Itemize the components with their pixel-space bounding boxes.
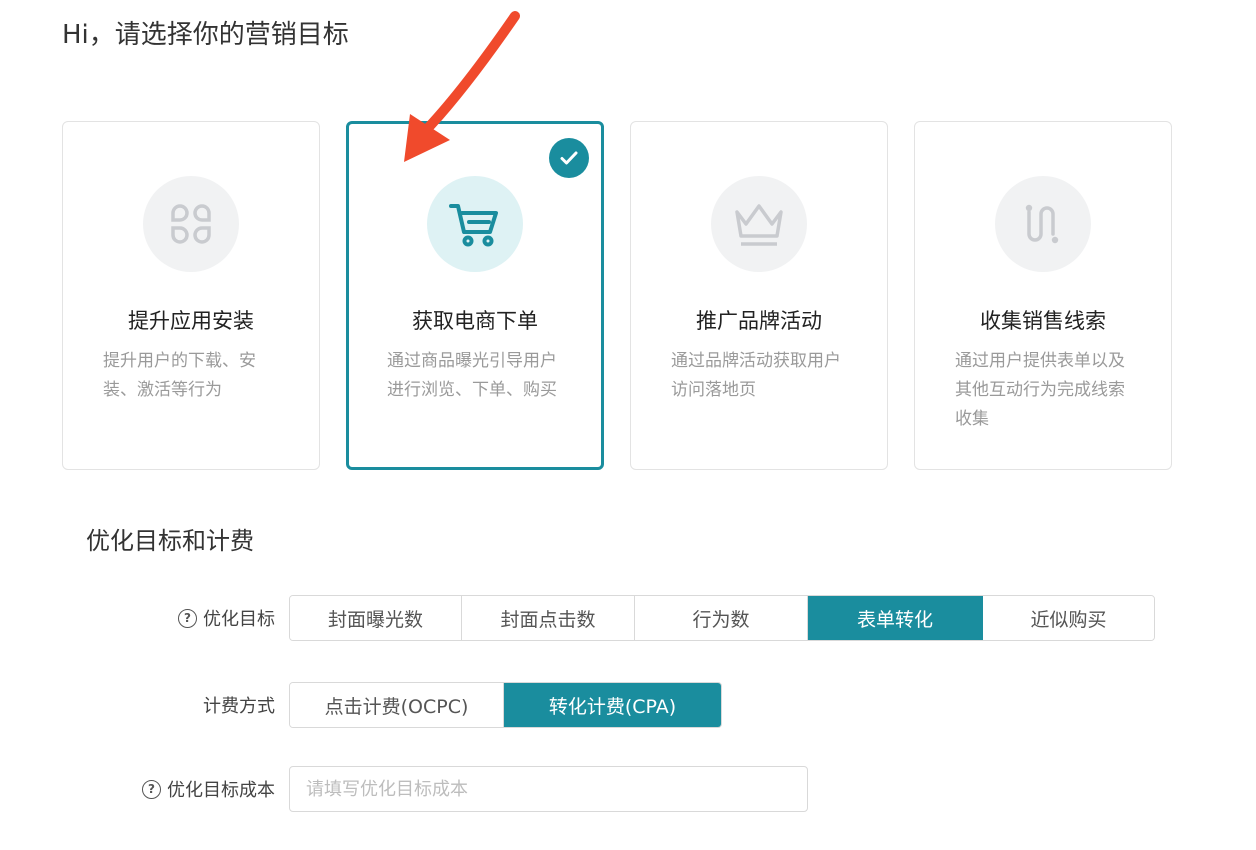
- icon-circle: [427, 176, 523, 272]
- label-target-cost: ? 优化目标成本: [110, 766, 275, 812]
- app-grid-icon: [171, 204, 211, 244]
- segment-option[interactable]: 点击计费(OCPC): [290, 683, 505, 727]
- page-title: Hi，请选择你的营销目标: [62, 20, 349, 50]
- icon-circle: [995, 176, 1091, 272]
- goal-card-title: 收集销售线索: [980, 309, 1106, 333]
- label-text: 优化目标成本: [167, 780, 275, 801]
- goal-card-sales-leads[interactable]: 收集销售线索 通过用户提供表单以及其他互动行为完成线索收集: [914, 121, 1172, 470]
- goal-card-title: 提升应用安装: [128, 309, 254, 333]
- segment-option-selected[interactable]: 转化计费(CPA): [504, 683, 721, 727]
- question-icon[interactable]: ?: [178, 608, 197, 628]
- marketing-goal-cards: 提升应用安装 提升用户的下载、安装、激活等行为 获取电商下单 通过商品曝光引导用…: [62, 121, 1172, 470]
- label-text: 优化目标: [203, 609, 275, 630]
- segment-option[interactable]: 封面点击数: [462, 596, 635, 640]
- optimize-target-segmented: 封面曝光数 封面点击数 行为数 表单转化 近似购买: [289, 595, 1155, 641]
- goal-card-ecommerce-order[interactable]: 获取电商下单 通过商品曝光引导用户进行浏览、下单、购买: [346, 121, 604, 470]
- label-billing-method: 计费方式: [150, 682, 275, 728]
- segment-option[interactable]: 近似购买: [983, 596, 1154, 640]
- label-text: 计费方式: [203, 696, 275, 717]
- segment-option[interactable]: 行为数: [635, 596, 808, 640]
- lead-path-icon: [1025, 204, 1059, 244]
- billing-method-segmented: 点击计费(OCPC) 转化计费(CPA): [289, 682, 722, 728]
- goal-card-desc: 通过商品曝光引导用户进行浏览、下单、购买: [387, 351, 557, 400]
- goal-card-brand-campaign[interactable]: 推广品牌活动 通过品牌活动获取用户访问落地页: [630, 121, 888, 470]
- label-optimize-target: ? 优化目标: [150, 595, 275, 641]
- segment-option-selected[interactable]: 表单转化: [808, 596, 983, 640]
- goal-card-title: 获取电商下单: [412, 309, 538, 333]
- goal-card-desc: 提升用户的下载、安装、激活等行为: [103, 351, 256, 400]
- section-title-optimize: 优化目标和计费: [86, 527, 254, 555]
- target-cost-input[interactable]: [289, 766, 808, 812]
- crown-icon: [735, 204, 783, 246]
- goal-card-desc: 通过品牌活动获取用户访问落地页: [671, 351, 841, 400]
- shopping-cart-icon: [449, 204, 498, 247]
- goal-card-app-install[interactable]: 提升应用安装 提升用户的下载、安装、激活等行为: [62, 121, 320, 470]
- goal-card-desc: 通过用户提供表单以及其他互动行为完成线索收集: [955, 351, 1125, 429]
- icon-circle: [711, 176, 807, 272]
- selected-check-icon: [549, 138, 589, 178]
- segment-option[interactable]: 封面曝光数: [290, 596, 462, 640]
- icon-circle: [143, 176, 239, 272]
- goal-card-title: 推广品牌活动: [696, 309, 822, 333]
- question-icon[interactable]: ?: [142, 779, 161, 799]
